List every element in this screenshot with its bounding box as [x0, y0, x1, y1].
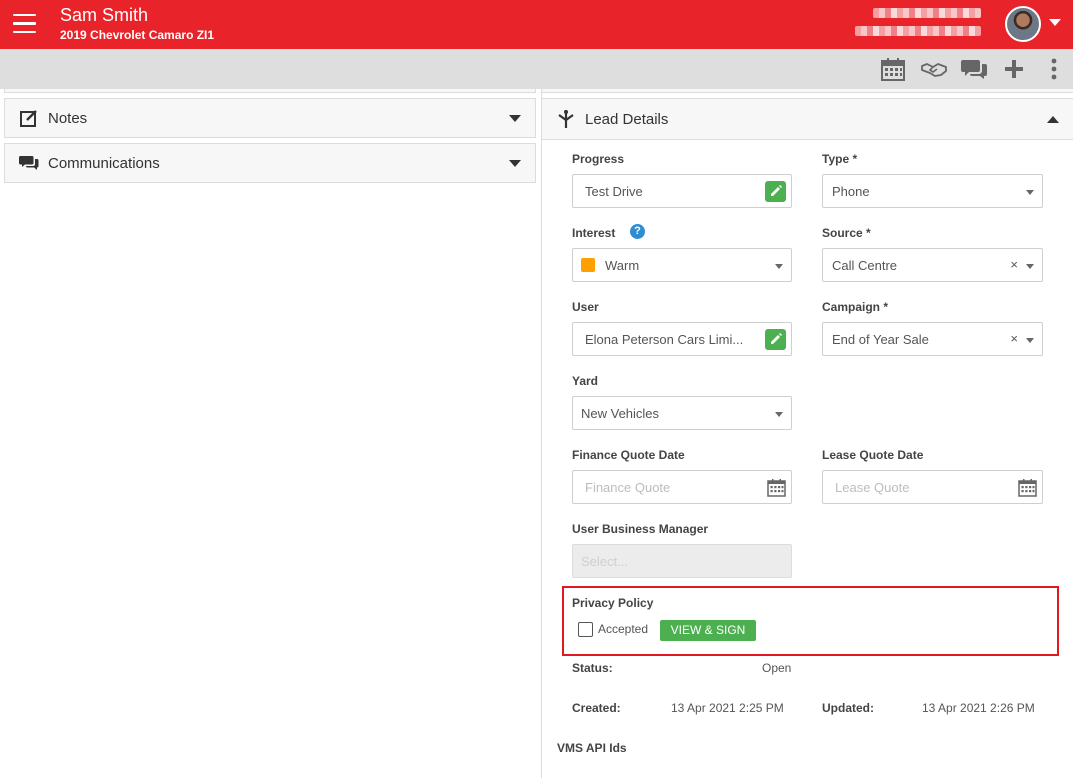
help-icon[interactable]: ?: [630, 224, 645, 239]
clear-campaign-icon[interactable]: ×: [1010, 331, 1018, 346]
status-value: Open: [762, 661, 792, 675]
campaign-value: End of Year Sale: [832, 332, 929, 347]
source-select[interactable]: Call Centre ×: [822, 248, 1043, 282]
toolbar: [0, 49, 1073, 89]
accepted-label: Accepted: [598, 622, 649, 636]
more-vertical-icon[interactable]: [1042, 57, 1066, 81]
lead-details-header[interactable]: Lead Details: [541, 98, 1073, 140]
pencil-icon: [771, 333, 782, 344]
yard-label: Yard: [572, 374, 599, 388]
funnel-icon: [556, 109, 576, 129]
menu-icon[interactable]: [13, 14, 36, 34]
edit-progress-button[interactable]: [765, 181, 786, 202]
chevron-down-icon: [1026, 338, 1034, 343]
chevron-up-icon[interactable]: [1047, 116, 1059, 123]
status-label: Status:: [572, 661, 613, 675]
user-label: User: [572, 300, 599, 314]
pencil-icon: [771, 185, 782, 196]
created-label: Created:: [572, 701, 621, 715]
vehicle-name: 2019 Chevrolet Camaro ZI1: [60, 28, 215, 42]
finance-quote-date-input[interactable]: Finance Quote: [572, 470, 792, 504]
type-label: Type *: [822, 152, 858, 166]
source-value: Call Centre: [832, 258, 898, 273]
source-label: Source *: [822, 226, 871, 240]
yard-select[interactable]: New Vehicles: [572, 396, 792, 430]
chevron-down-icon[interactable]: [509, 115, 521, 122]
user-business-manager-select[interactable]: Select...: [572, 544, 792, 578]
yard-value: New Vehicles: [581, 406, 660, 421]
finance-quote-date-label: Finance Quote Date: [572, 448, 685, 462]
view-sign-button[interactable]: VIEW & SIGN: [660, 620, 756, 641]
lease-quote-date-input[interactable]: Lease Quote: [822, 470, 1043, 504]
finance-quote-placeholder: Finance Quote: [585, 480, 671, 495]
lease-quote-placeholder: Lease Quote: [835, 480, 910, 495]
chat-icon: [18, 153, 39, 173]
edit-user-button[interactable]: [765, 329, 786, 350]
handshake-icon[interactable]: [921, 57, 947, 81]
panel-title: Communications: [48, 155, 160, 172]
panel-edge: [4, 89, 536, 93]
privacy-policy-section: Privacy Policy Accepted VIEW & SIGN: [562, 586, 1059, 656]
chevron-down-icon: [1026, 190, 1034, 195]
chevron-down-icon: [775, 264, 783, 269]
clear-source-icon[interactable]: ×: [1010, 257, 1018, 272]
created-value: 13 Apr 2021 2:25 PM: [671, 701, 784, 715]
interest-value: Warm: [605, 258, 640, 273]
avatar[interactable]: [1005, 6, 1041, 42]
type-select[interactable]: Phone: [822, 174, 1043, 208]
panel-title: Lead Details: [585, 111, 669, 128]
lease-quote-date-label: Lease Quote Date: [822, 448, 924, 462]
calendar-icon[interactable]: [767, 478, 786, 497]
user-info-redacted: [855, 6, 983, 42]
app-header: Sam Smith 2019 Chevrolet Camaro ZI1: [0, 0, 1073, 49]
chat-icon[interactable]: [961, 57, 987, 81]
user-value: Elona Peterson Cars Limi...: [585, 332, 744, 347]
user-field[interactable]: Elona Peterson Cars Limi...: [572, 322, 792, 356]
calendar-icon[interactable]: [1018, 478, 1037, 497]
calendar-icon[interactable]: [880, 57, 906, 81]
interest-select[interactable]: Warm: [572, 248, 792, 282]
accepted-checkbox[interactable]: [578, 622, 593, 637]
panel-title: Notes: [48, 110, 88, 127]
type-value: Phone: [832, 184, 870, 199]
vms-api-ids-label: VMS API Ids: [557, 741, 627, 755]
communications-panel[interactable]: Communications: [4, 143, 536, 183]
campaign-select[interactable]: End of Year Sale ×: [822, 322, 1043, 356]
privacy-policy-label: Privacy Policy: [572, 596, 654, 610]
interest-color-swatch: [581, 258, 595, 272]
notes-panel[interactable]: Notes: [4, 98, 536, 138]
updated-label: Updated:: [822, 701, 874, 715]
user-business-manager-label: User Business Manager: [572, 522, 709, 536]
customer-name: Sam Smith: [60, 5, 149, 25]
plus-icon[interactable]: [1001, 57, 1027, 81]
chevron-down-icon: [1026, 264, 1034, 269]
progress-value: Test Drive: [585, 184, 643, 199]
user-business-manager-placeholder: Select...: [581, 554, 628, 569]
campaign-label: Campaign *: [822, 300, 889, 314]
progress-label: Progress: [572, 152, 625, 166]
chevron-down-icon[interactable]: [509, 160, 521, 167]
progress-field[interactable]: Test Drive: [572, 174, 792, 208]
note-edit-icon: [19, 108, 39, 128]
chevron-down-icon[interactable]: [1049, 19, 1061, 26]
updated-value: 13 Apr 2021 2:26 PM: [922, 701, 1035, 715]
chevron-down-icon: [775, 412, 783, 417]
interest-label: Interest: [572, 226, 616, 240]
